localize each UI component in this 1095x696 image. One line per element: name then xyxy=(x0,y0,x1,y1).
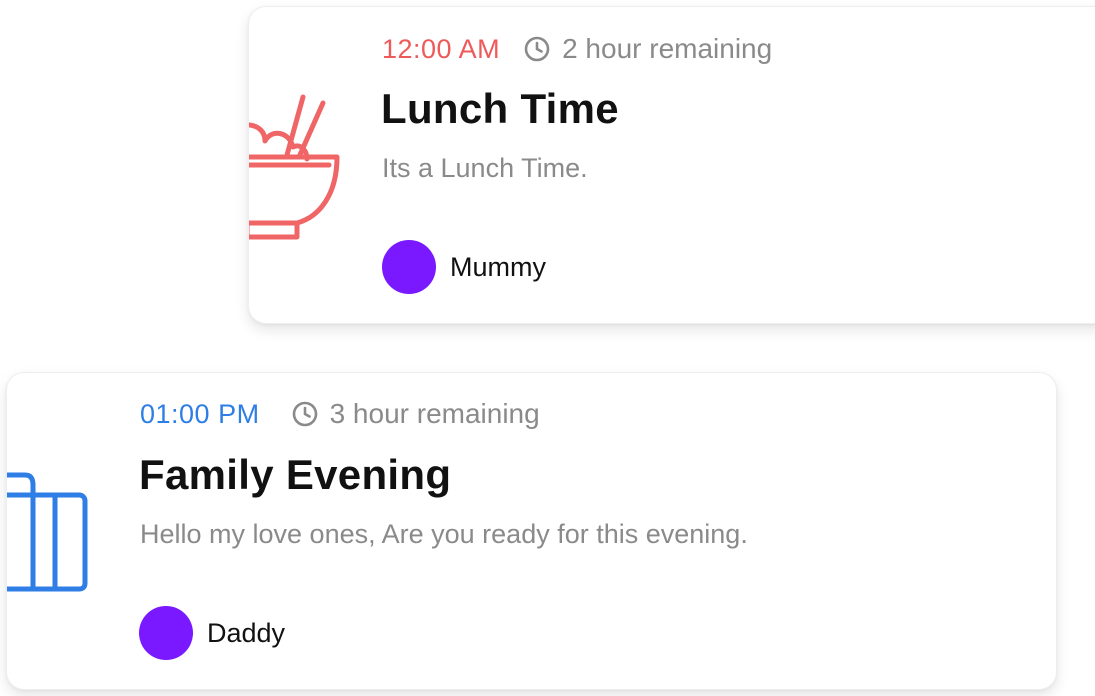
event-title: Family Evening xyxy=(139,451,452,498)
clock-icon xyxy=(292,401,318,427)
rice-bowl-chopsticks-icon xyxy=(249,91,341,241)
avatar xyxy=(139,606,193,660)
person-name: Daddy xyxy=(207,617,286,648)
time-remaining-label: 2 hour remaining xyxy=(562,33,773,64)
event-card-family-evening[interactable]: 01:00 PM 3 hour remaining Family Evening… xyxy=(6,372,1057,690)
avatar xyxy=(382,240,436,294)
event-meta: 12:00 AM 2 hour remaining xyxy=(382,33,772,65)
event-meta: 01:00 PM 3 hour remaining xyxy=(140,398,540,430)
time-remaining: 3 hour remaining xyxy=(292,398,540,430)
event-description: Hello my love ones, Are you ready for th… xyxy=(140,519,748,549)
event-title: Lunch Time xyxy=(381,85,619,132)
time-remaining: 2 hour remaining xyxy=(524,33,772,65)
event-card-lunch-time[interactable]: 12:00 AM 2 hour remaining Lunch Time Its… xyxy=(248,6,1095,324)
time-remaining-label: 3 hour remaining xyxy=(329,398,540,429)
event-time: 01:00 PM xyxy=(140,398,260,429)
event-time: 12:00 AM xyxy=(382,33,501,64)
briefcase-icon xyxy=(7,465,93,597)
event-description: Its a Lunch Time. xyxy=(382,153,588,183)
event-person[interactable]: Daddy xyxy=(139,606,285,660)
event-person[interactable]: Mummy xyxy=(382,240,546,294)
person-name: Mummy xyxy=(450,251,546,282)
clock-icon xyxy=(524,36,550,62)
